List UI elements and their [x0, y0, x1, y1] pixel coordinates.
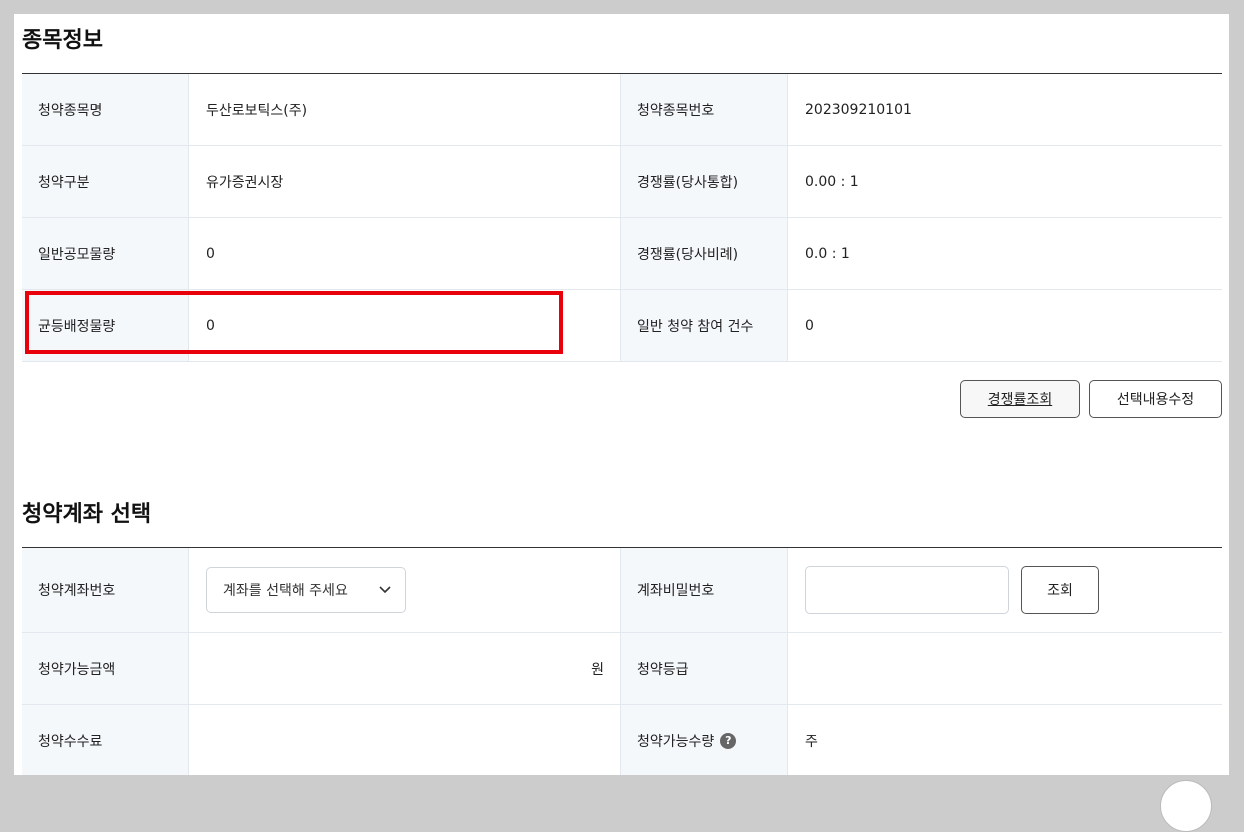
- subscription-type-label: 청약구분: [22, 146, 189, 217]
- account-section-title: 청약계좌 선택: [22, 502, 152, 527]
- table-row: 일반공모물량 0 경쟁률(당사비례) 0.0 : 1: [22, 218, 1222, 290]
- account-select[interactable]: 계좌를 선택해 주세요: [206, 567, 406, 613]
- account-select-cell: 계좌를 선택해 주세요: [189, 548, 621, 632]
- stock-name-value: 두산로보틱스(주): [189, 74, 621, 145]
- lookup-button[interactable]: 조회: [1021, 566, 1099, 614]
- chevron-down-icon: [379, 582, 391, 598]
- available-qty-unit: 주: [805, 733, 818, 750]
- competition-total-label: 경쟁률(당사통합): [621, 146, 788, 217]
- account-password-cell: 조회: [788, 548, 1220, 632]
- stock-number-value: 202309210101: [805, 101, 912, 118]
- main-panel: 종목정보 청약종목명 두산로보틱스(주) 청약종목번호 202309210101…: [14, 14, 1229, 775]
- available-qty-label: 청약가능수량: [637, 733, 715, 750]
- public-offering-qty-value: 0: [189, 218, 621, 289]
- subscription-fee-value: [189, 705, 621, 775]
- edit-selection-button[interactable]: 선택내용수정: [1089, 380, 1222, 418]
- competition-proportional-label: 경쟁률(당사비례): [621, 218, 788, 289]
- table-row: 청약구분 유가증권시장 경쟁률(당사통합) 0.00 : 1: [22, 146, 1222, 218]
- general-participation-count-value: 0: [805, 317, 814, 334]
- table-row: 청약종목명 두산로보틱스(주) 청약종목번호 202309210101: [22, 74, 1222, 146]
- subscription-grade-label: 청약등급: [621, 633, 788, 704]
- subscription-type-value: 유가증권시장: [189, 146, 621, 217]
- competition-proportional-value: 0.0 : 1: [805, 245, 850, 262]
- scroll-top-button[interactable]: [1160, 780, 1212, 832]
- subscription-grade-value: [788, 633, 1220, 704]
- competition-rate-lookup-button[interactable]: 경쟁률조회: [960, 380, 1080, 418]
- account-password-label: 계좌비밀번호: [621, 548, 788, 632]
- table-row: 청약가능금액 원 청약등급: [22, 633, 1222, 705]
- table-row: 청약계좌번호 계좌를 선택해 주세요 계좌비밀번호 조회: [22, 548, 1222, 633]
- help-icon[interactable]: ?: [720, 732, 737, 749]
- equal-allocation-qty-label: 균등배정물량: [22, 290, 189, 361]
- account-number-label: 청약계좌번호: [22, 548, 189, 632]
- stock-number-label: 청약종목번호: [621, 74, 788, 145]
- available-amount-unit: 원: [189, 633, 621, 704]
- subscription-fee-label: 청약수수료: [22, 705, 189, 775]
- public-offering-qty-label: 일반공모물량: [22, 218, 189, 289]
- table-row: 청약수수료 청약가능수량 ? 주: [22, 705, 1222, 775]
- available-qty-label-cell: 청약가능수량 ?: [621, 705, 788, 775]
- general-participation-count-label: 일반 청약 참여 건수: [621, 290, 788, 361]
- competition-total-value: 0.00 : 1: [805, 173, 859, 190]
- account-table: 청약계좌번호 계좌를 선택해 주세요 계좌비밀번호 조회 청약가능금액 원 청약…: [22, 547, 1222, 775]
- available-amount-label: 청약가능금액: [22, 633, 189, 704]
- stock-info-title: 종목정보: [22, 28, 103, 53]
- account-select-text: 계좌를 선택해 주세요: [223, 583, 348, 599]
- stock-name-label: 청약종목명: [22, 74, 189, 145]
- table-row: 균등배정물량 0 일반 청약 참여 건수 0: [22, 290, 1222, 362]
- stock-info-table: 청약종목명 두산로보틱스(주) 청약종목번호 202309210101 청약구분…: [22, 73, 1222, 362]
- equal-allocation-qty-value: 0: [189, 290, 621, 361]
- account-password-input[interactable]: [805, 566, 1009, 614]
